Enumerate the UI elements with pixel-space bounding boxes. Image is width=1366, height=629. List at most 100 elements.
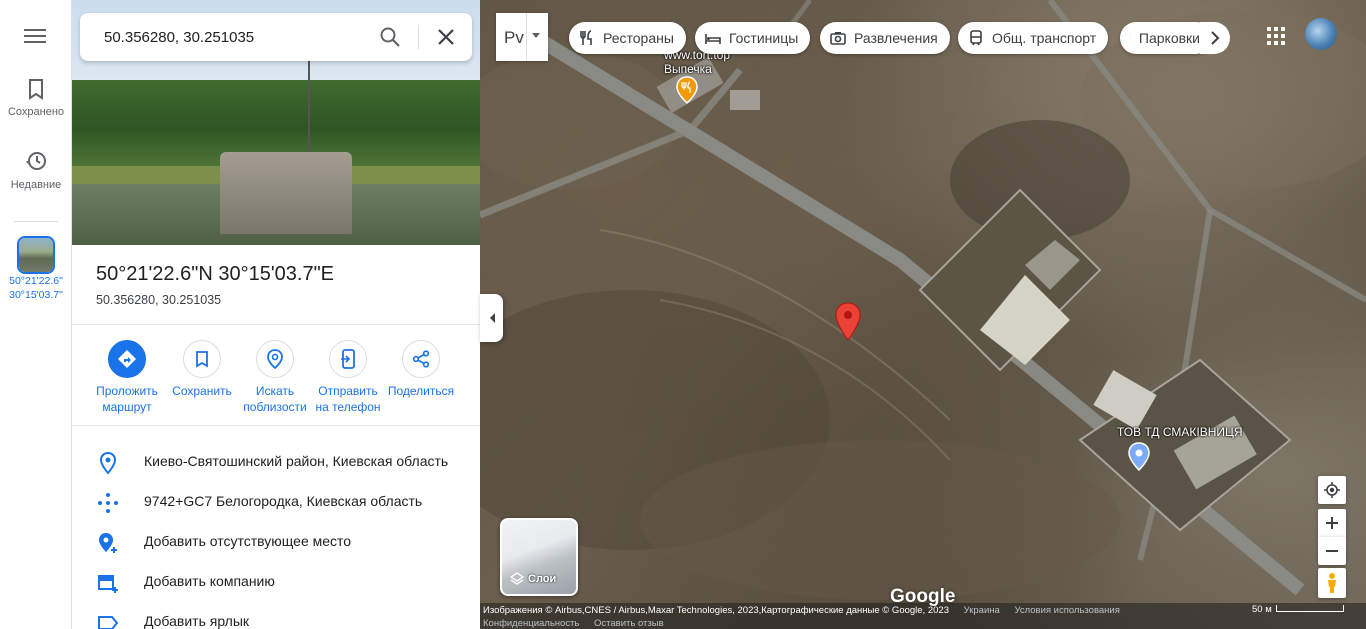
send-to-phone-button[interactable]: Отправить на телефон <box>312 340 384 415</box>
share-icon <box>412 350 430 368</box>
search-button[interactable] <box>378 25 402 49</box>
camera-icon <box>830 32 846 45</box>
location-pin-icon <box>99 451 117 475</box>
rail-divider <box>14 221 58 222</box>
layers-button[interactable]: Слои <box>500 518 578 596</box>
nearby-label: Искать поблизости <box>243 384 307 414</box>
send-to-phone-label: Отправить на телефон <box>315 384 381 414</box>
layers-label: Слои <box>528 573 557 585</box>
poi-top-label-2[interactable]: Выпечка <box>664 62 712 76</box>
search-icon <box>380 27 400 47</box>
map-footer: Изображения © Airbus,CNES / Airbus,Maxar… <box>480 603 1366 629</box>
clear-search-button[interactable] <box>434 25 458 49</box>
chip-parking-label: Парковки <box>1138 30 1200 46</box>
save-button[interactable]: Сохранить <box>166 340 238 399</box>
rail-saved[interactable]: Сохранено <box>0 78 72 118</box>
chip-entertainment[interactable]: Развлечения <box>820 22 950 54</box>
chip-hotels[interactable]: Гостиницы <box>695 22 811 54</box>
history-icon <box>26 152 46 170</box>
satellite-imagery <box>480 0 1366 600</box>
chip-hotels-label: Гостиницы <box>729 30 799 46</box>
collapse-panel-button[interactable] <box>480 294 503 342</box>
info-plus-code-text: 9742+GC7 Белогородка, Киевская область <box>144 493 423 509</box>
info-add-label[interactable]: Добавить ярлык <box>72 601 480 629</box>
poi-business-label[interactable]: ТОВ ТД СМАКІВНИЦЯ <box>1117 425 1243 439</box>
share-label: Поделиться <box>387 384 455 398</box>
my-location-icon <box>1324 482 1340 498</box>
divider <box>72 425 480 426</box>
recent-place-coords[interactable]: 50°21'22.6" 30°15'03.7" <box>0 274 72 302</box>
info-add-place-text: Добавить отсутствующее место <box>144 533 352 549</box>
info-add-business-text: Добавить компанию <box>144 573 275 589</box>
hotel-icon <box>705 34 721 44</box>
chip-restaurants-label: Рестораны <box>603 30 674 46</box>
transit-icon <box>970 30 982 46</box>
rail-recent[interactable]: Недавние <box>0 149 72 191</box>
label-icon <box>98 616 119 629</box>
save-label: Сохранить <box>172 384 232 398</box>
info-address-text: Киево-Святошинский район, Киевская облас… <box>144 453 449 469</box>
info-add-label-text: Добавить ярлык <box>144 613 250 629</box>
info-add-business[interactable]: Добавить компанию <box>72 561 480 601</box>
restaurant-pin-icon[interactable] <box>676 76 698 104</box>
rail-recent-label: Недавние <box>10 179 62 191</box>
plus-icon <box>1326 517 1338 529</box>
parking-icon <box>1130 37 1131 39</box>
divider <box>72 324 480 325</box>
bookmark-icon <box>29 79 43 100</box>
recent-place-thumbnail[interactable] <box>17 236 55 274</box>
pegman-icon <box>1328 573 1336 593</box>
menu-icon[interactable] <box>24 27 46 47</box>
minus-icon <box>1326 550 1338 552</box>
place-panel: 50°21'22.6"N 30°15'03.7"E 50.356280, 30.… <box>72 0 480 629</box>
footer-link-feedback[interactable]: Оставить отзыв <box>594 618 664 629</box>
scale-label[interactable]: 50 м <box>1252 604 1272 615</box>
add-place-icon <box>99 533 117 553</box>
restaurant-icon <box>580 30 592 45</box>
map-view-toggle[interactable]: Рv <box>496 13 548 61</box>
info-plus-code[interactable]: 9742+GC7 Белогородка, Киевская область <box>72 481 480 521</box>
bookmark-icon <box>196 351 208 368</box>
zoom-out-button[interactable] <box>1318 537 1346 565</box>
nearby-button[interactable]: Искать поблизости <box>239 340 311 415</box>
zoom-in-button[interactable] <box>1318 509 1346 537</box>
recent-coord-line1: 50°21'22.6" <box>9 275 63 287</box>
rail-saved-label: Сохранено <box>7 106 65 118</box>
business-pin-icon[interactable] <box>1128 442 1150 472</box>
view-toggle-label: Рv <box>504 28 524 47</box>
apps-grid-icon[interactable] <box>1264 24 1288 48</box>
search-input[interactable] <box>104 13 364 61</box>
place-title: 50°21'22.6"N 30°15'03.7"E <box>96 263 335 285</box>
send-to-phone-icon <box>341 349 355 369</box>
search-divider <box>418 25 419 49</box>
dropped-pin-icon[interactable] <box>834 302 862 342</box>
directions-button[interactable]: Проложить маршрут <box>91 340 163 415</box>
map-canvas[interactable]: www.tort.top Выпечка ТОВ ТД СМАКІВНИЦЯ <box>480 0 1366 629</box>
chip-parking[interactable]: Парковки <box>1120 22 1212 54</box>
footer-link-country[interactable]: Украина <box>964 605 1000 616</box>
chip-transit-label: Общ. транспорт <box>992 30 1097 46</box>
account-avatar[interactable] <box>1305 18 1337 50</box>
chip-entertainment-label: Развлечения <box>854 30 938 46</box>
street-view-pegman[interactable] <box>1318 568 1346 598</box>
left-rail: Сохранено Недавние 50°21'22.6" 30°15'03.… <box>0 0 72 629</box>
nearby-icon <box>267 349 283 369</box>
close-icon <box>438 29 454 45</box>
chevron-down-icon <box>532 33 540 38</box>
share-button[interactable]: Поделиться <box>385 340 457 399</box>
plus-code-icon <box>98 493 118 513</box>
chip-transit[interactable]: Общ. транспорт <box>958 22 1109 54</box>
chevron-right-icon <box>1211 31 1220 45</box>
layers-icon <box>510 572 524 585</box>
place-subtitle: 50.356280, 30.251035 <box>96 293 222 307</box>
footer-link-terms[interactable]: Условия использования <box>1014 605 1119 616</box>
chip-restaurants[interactable]: Рестораны <box>569 22 686 54</box>
directions-icon <box>118 350 136 368</box>
info-add-place[interactable]: Добавить отсутствующее место <box>72 521 480 561</box>
directions-label: Проложить маршрут <box>96 384 158 414</box>
footer-link-privacy[interactable]: Конфиденциальность <box>483 618 579 629</box>
my-location-button[interactable] <box>1318 476 1346 504</box>
attribution-text: Изображения © Airbus,CNES / Airbus,Maxar… <box>483 605 949 616</box>
info-address[interactable]: Киево-Святошинский район, Киевская облас… <box>72 441 480 481</box>
scale-bar <box>1276 605 1344 612</box>
